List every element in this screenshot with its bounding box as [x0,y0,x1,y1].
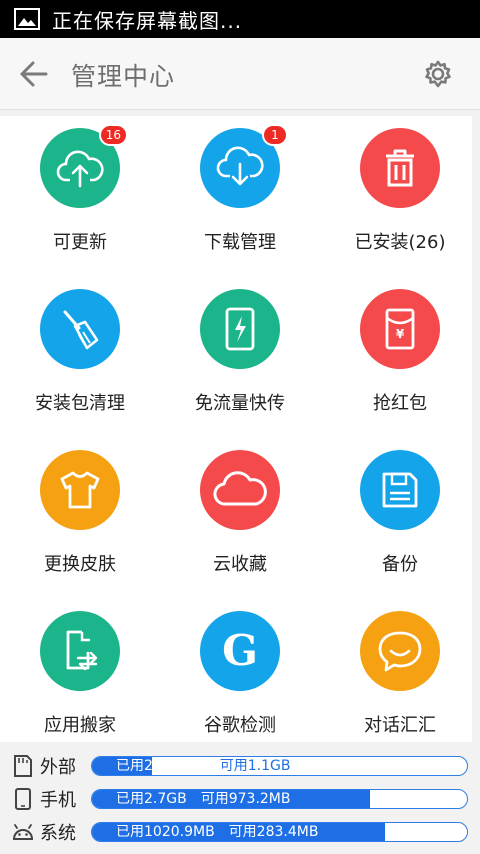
cloud-upload-icon [56,146,104,190]
tile-red-envelope[interactable]: ¥ 抢红包 [320,277,472,437]
status-bar: 正在保存屏幕截图... [0,0,480,38]
tile-trash[interactable]: 已安装(26) [320,116,472,276]
title-bar: 管理中心 [0,38,480,110]
storage-used: 已用1020.9MB [116,824,215,840]
sd-card-icon [12,755,34,777]
tile-label: 免流量快传 [195,393,285,414]
storage-row-phone[interactable]: 手机 已用2.7GB 可用973.2MB [0,785,480,813]
count-badge: 16 [98,124,128,146]
image-icon [14,8,40,30]
tile-chat-bubble[interactable]: 对话汇汇 [320,599,472,742]
tile-label: 谷歌检测 [204,715,276,736]
storage-free: 可用973.2MB [200,791,291,807]
android-icon [12,821,34,843]
back-button[interactable] [16,58,52,90]
storage-panel: 外部 已用219.6MB 可用1.1GB 手机 已用2.7GB 可用973.2MB 系统 已用… [0,746,480,854]
tile-icon-circle [360,450,440,530]
tile-label: 下载管理 [204,232,276,253]
cloud-icon [212,468,268,512]
storage-free: 可用1.1GB [219,758,291,774]
page-title: 管理中心 [71,62,176,91]
storage-used: 已用2.7GB [116,791,187,807]
tile-phone-lightning[interactable]: 免流量快传 [160,277,320,437]
tile-google-g[interactable]: G 谷歌检测 [160,599,320,742]
tile-icon-circle [200,289,280,369]
tile-icon-circle [40,289,120,369]
tile-icon-circle [360,611,440,691]
storage-usage-text: 已用2.7GB 可用973.2MB [116,790,290,808]
management-grid: 16 可更新 1 下载管理 已安装(26) 安装包清理 免流量快传 ¥ 抢红包更换皮肤 云收藏 备份… [0,116,472,742]
google-g-icon: G [216,627,264,675]
tile-icon-circle: 1 [200,124,288,208]
status-text: 正在保存屏幕截图... [52,8,243,33]
tile-icon-circle: ¥ [360,289,440,369]
tile-label: 备份 [382,554,418,575]
tile-tshirt[interactable]: 更换皮肤 [0,438,160,598]
tile-icon-circle [360,128,440,208]
storage-label: 手机 [40,790,76,811]
storage-free: 可用283.4MB [228,824,319,840]
settings-button[interactable] [422,58,454,90]
storage-label: 外部 [40,757,76,778]
tile-label: 更换皮肤 [44,554,116,575]
trash-icon [380,146,420,190]
floppy-disk-icon [378,468,422,512]
tile-icon-circle [200,450,280,530]
storage-usage-bar: 已用1020.9MB 可用283.4MB [91,822,468,842]
red-envelope-icon: ¥ [380,306,420,352]
tile-icon-circle: G [200,611,280,691]
storage-row-android[interactable]: 系统 已用1020.9MB 可用283.4MB [0,818,480,846]
storage-usage-bar: 已用219.6MB 可用1.1GB [91,756,468,776]
tile-app-move[interactable]: 应用搬家 [0,599,160,742]
tile-label: 对话汇汇 [364,715,436,736]
tile-cloud-download[interactable]: 1 下载管理 [160,116,320,276]
cloud-download-icon [216,146,264,190]
tile-label: 可更新 [53,232,107,253]
storage-used: 已用219.6MB [116,758,206,774]
tile-label: 安装包清理 [35,393,125,414]
chat-bubble-icon [375,628,425,674]
tile-label: 云收藏 [213,554,267,575]
svg-text:G: G [222,627,258,675]
tile-broom[interactable]: 安装包清理 [0,277,160,437]
arrow-left-icon [20,61,48,87]
tile-label: 已安装(26) [354,232,446,253]
tile-cloud[interactable]: 云收藏 [160,438,320,598]
tshirt-icon [56,468,104,512]
app-move-icon [58,628,102,674]
phone-icon [12,788,34,810]
tile-floppy-disk[interactable]: 备份 [320,438,472,598]
tile-icon-circle [40,450,120,530]
count-badge: 1 [262,124,288,146]
tile-label: 应用搬家 [44,715,116,736]
storage-usage-bar: 已用2.7GB 可用973.2MB [91,789,468,809]
storage-row-sd-card[interactable]: 外部 已用219.6MB 可用1.1GB [0,752,480,780]
broom-icon [57,306,103,352]
scrollbar[interactable] [472,116,480,742]
tile-icon-circle: 16 [40,124,128,208]
svg-text:¥: ¥ [396,327,405,341]
phone-lightning-icon [220,306,260,352]
storage-usage-text: 已用1020.9MB 可用283.4MB [116,823,318,841]
tile-label: 抢红包 [373,393,427,414]
storage-usage-text: 已用219.6MB 可用1.1GB [116,757,290,775]
tile-cloud-upload[interactable]: 16 可更新 [0,116,160,276]
gear-icon [425,60,451,88]
tile-icon-circle [40,611,120,691]
storage-label: 系统 [40,823,76,844]
